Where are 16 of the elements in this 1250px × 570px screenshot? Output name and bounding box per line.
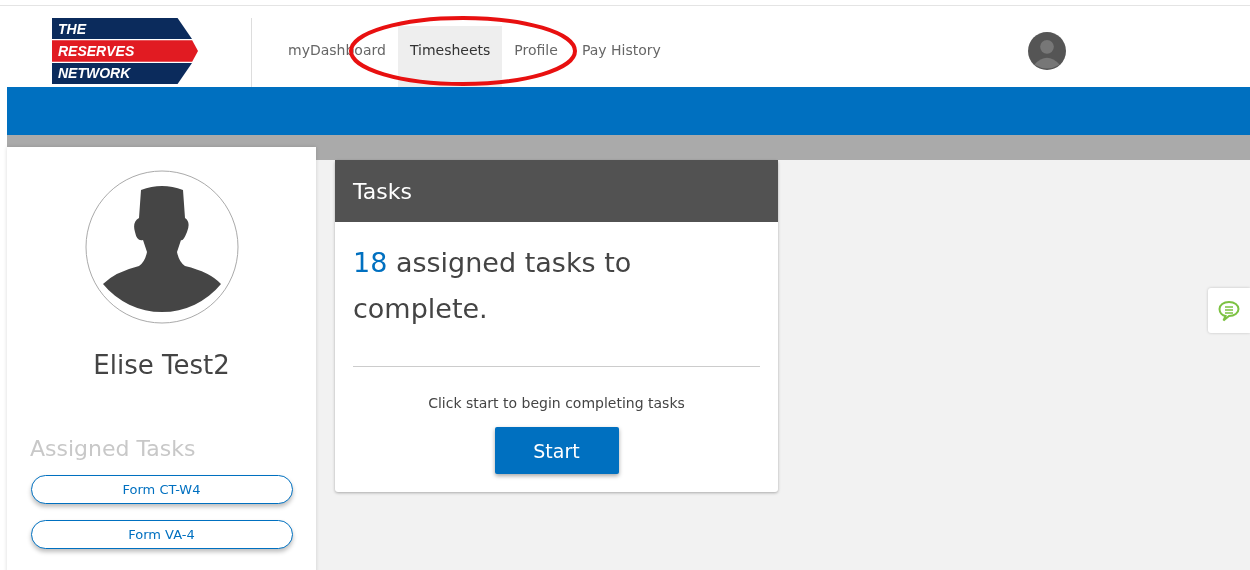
task-count-message: 18 assigned tasks to complete. <box>353 246 633 326</box>
logo-text: THE <box>58 20 86 37</box>
nav-tab[interactable]: Pay History <box>569 26 673 87</box>
task-button[interactable]: Form VA-4 <box>30 520 293 549</box>
user-name: Elise Test2 <box>93 350 230 380</box>
task-button[interactable]: Form CT-W4 <box>30 475 293 504</box>
card-title: Tasks <box>353 178 412 204</box>
avatar-icon[interactable] <box>1028 32 1066 70</box>
start-button[interactable]: Start <box>494 427 619 474</box>
nav-tab[interactable]: Profile <box>502 26 570 87</box>
person-silhouette-icon <box>84 170 239 324</box>
logo-text: NETWORK <box>58 65 131 82</box>
chat-icon <box>1217 299 1241 322</box>
logo-text: RESERVES <box>58 43 135 59</box>
instruction-text: Click start to begin completing tasks <box>428 395 685 411</box>
nav-tab[interactable]: Timesheets <box>397 26 503 87</box>
